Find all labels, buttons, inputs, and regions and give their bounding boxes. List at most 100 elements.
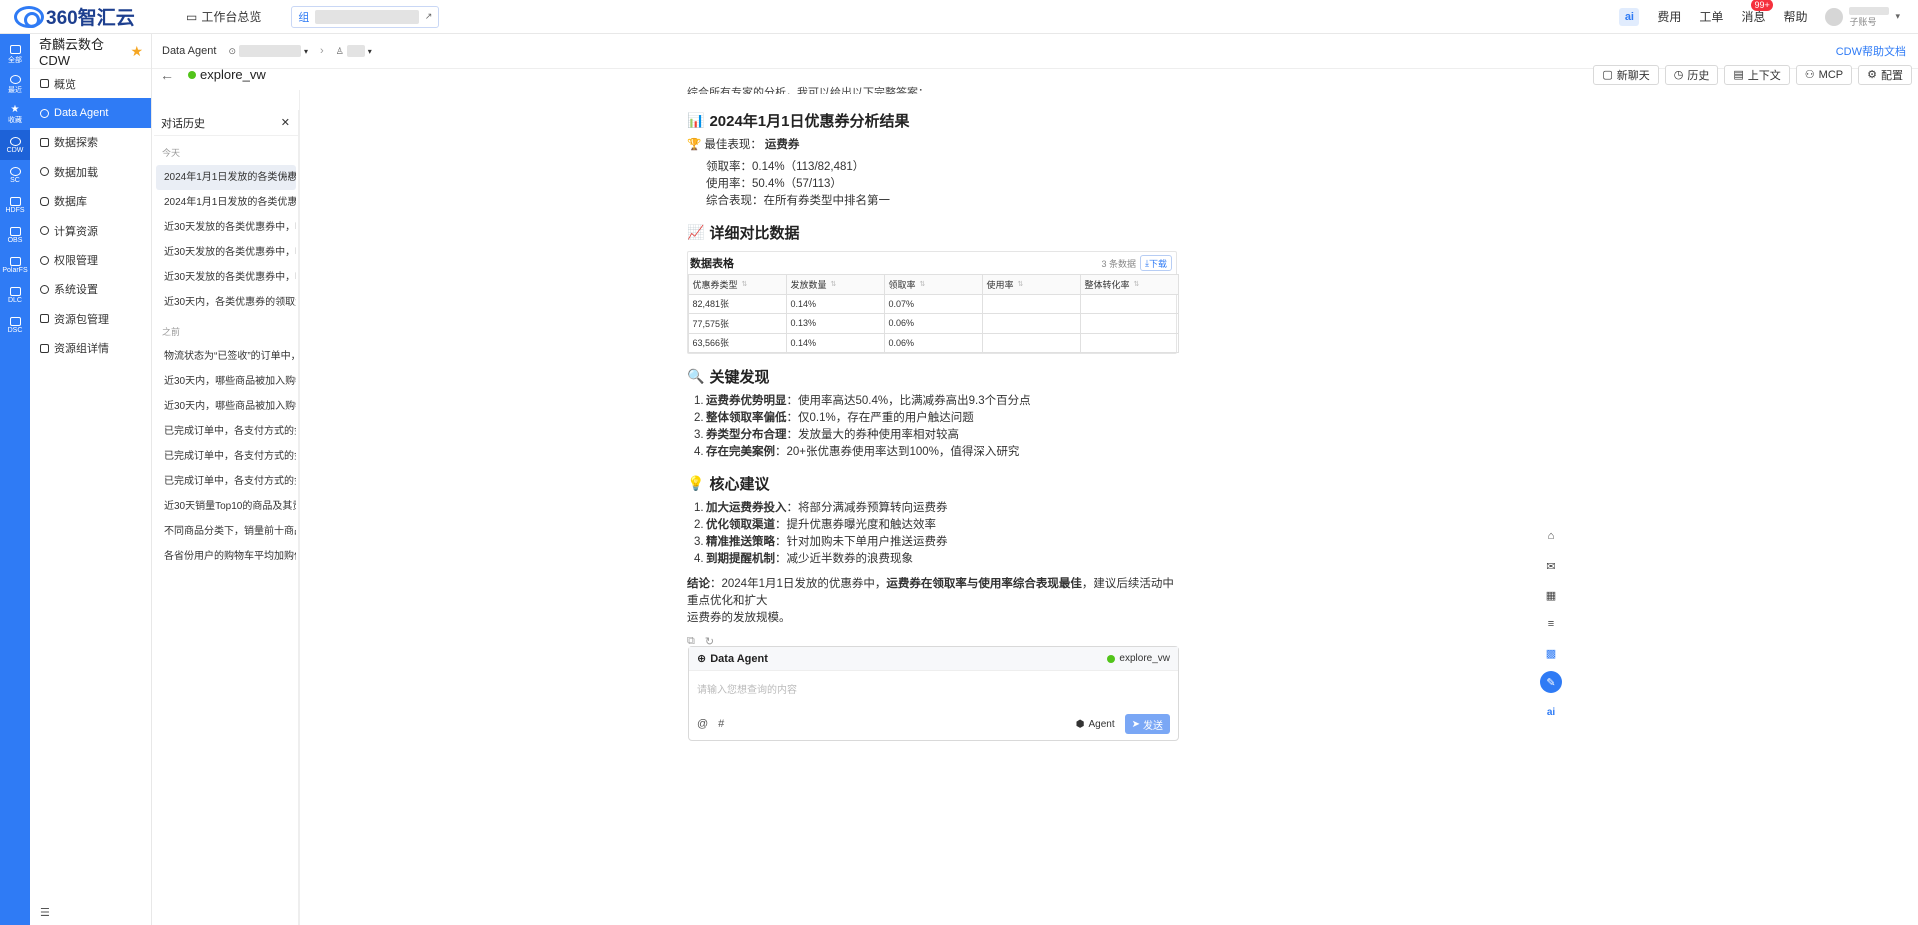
metric-label: 综合表现： bbox=[706, 195, 764, 207]
column-header[interactable]: 使用率 ⇅ bbox=[981, 273, 1081, 295]
instance-selector[interactable]: ⊙ ▾ bbox=[228, 45, 308, 57]
history-item[interactable]: 近30天内，哪些商品被加入购物车 bbox=[156, 394, 296, 419]
history-item[interactable]: 不同商品分类下，销量前十商品的 bbox=[156, 519, 296, 544]
back-arrow-icon[interactable]: ← bbox=[160, 67, 174, 83]
sidebar-item-label: 资源组详情 bbox=[54, 343, 109, 356]
collapse-sidebar-icon[interactable]: ☰ bbox=[40, 906, 50, 919]
sidebar-item-permissions[interactable]: 权限管理 bbox=[30, 245, 151, 274]
history-item[interactable]: 近30天内，哪些商品被加入购物车 bbox=[156, 369, 296, 394]
mention-button[interactable]: @ bbox=[697, 718, 708, 730]
config-button[interactable]: ⚙ 配置 bbox=[1858, 64, 1912, 85]
list-icon[interactable]: ≡ bbox=[1540, 613, 1562, 635]
send-button[interactable]: ➤ 发送 bbox=[1124, 714, 1170, 734]
mcp-button[interactable]: ⚇ MCP bbox=[1795, 64, 1853, 85]
table-cell: 0.14% bbox=[785, 293, 885, 314]
sort-icon[interactable]: ⇅ bbox=[831, 280, 837, 288]
rail-item-polarfs[interactable]: PolarFS bbox=[0, 250, 30, 280]
detail-heading: 📈 详细对比数据 bbox=[687, 222, 1177, 243]
help-link[interactable]: 帮助 bbox=[1783, 8, 1807, 25]
sidebar-item-data-explore[interactable]: 数据探索 bbox=[30, 128, 151, 157]
history-item[interactable]: 已完成订单中，各支付方式的金额 bbox=[156, 419, 296, 444]
history-item[interactable]: 近30天销量Top10的商品及其贡献 bbox=[156, 494, 296, 519]
fees-link[interactable]: 费用 bbox=[1657, 8, 1681, 25]
history-item[interactable]: 2024年1月1日发放的各类优惠券中 bbox=[156, 190, 296, 215]
monitor-icon: ▭ bbox=[186, 9, 198, 24]
history-group-today: 今天 bbox=[162, 148, 181, 158]
breadcrumb-root[interactable]: Data Agent bbox=[162, 45, 216, 57]
input-toolbar: @ # ⬢ Agent ➤ 发送 bbox=[697, 714, 1170, 734]
rail-item-obs[interactable]: OBS bbox=[0, 220, 30, 250]
group-selector[interactable]: 组 ↗ bbox=[291, 5, 440, 28]
input-datasource[interactable]: explore_vw bbox=[1107, 653, 1170, 664]
sidebar-item-data-load[interactable]: 数据加载 bbox=[30, 157, 151, 186]
history-item[interactable]: 近30天内，各类优惠券的领取量与 bbox=[156, 290, 296, 315]
sidebar-item-settings[interactable]: 系统设置 bbox=[30, 275, 151, 304]
context-button[interactable]: ▤ 上下文 bbox=[1724, 64, 1790, 85]
sidebar-item-database[interactable]: 数据库 bbox=[30, 187, 151, 216]
user-menu[interactable]: 子账号 ▾ bbox=[1825, 6, 1900, 27]
sidebar-item-compute[interactable]: 计算资源 bbox=[30, 216, 151, 245]
tickets-link[interactable]: 工单 bbox=[1699, 8, 1723, 25]
history-item[interactable]: 近30天发放的各类优惠券中，哪种 bbox=[156, 265, 296, 290]
agent-mode-toggle[interactable]: ⬢ Agent bbox=[1076, 719, 1115, 730]
sort-icon[interactable]: ⇅ bbox=[742, 280, 748, 288]
rail-item-cdw[interactable]: CDW bbox=[0, 130, 30, 160]
mcp-icon: ⚇ bbox=[1804, 69, 1815, 81]
table-title: 数据表格 bbox=[690, 258, 734, 270]
messages-link[interactable]: 消息 99+ bbox=[1741, 0, 1773, 25]
favorite-star-icon[interactable]: ★ bbox=[130, 43, 143, 60]
edit-note-icon[interactable]: ✎ bbox=[1540, 671, 1562, 693]
rail-item-all[interactable]: 全部 bbox=[0, 40, 30, 70]
history-item[interactable]: 近30天发放的各类优惠券中，哪种 bbox=[156, 215, 296, 240]
history-item[interactable]: 2024年1月1日发放的各类优惠券 ⋯ bbox=[156, 165, 296, 190]
history-item[interactable]: 已完成订单中，各支付方式的金额 bbox=[156, 444, 296, 469]
history-button[interactable]: ◷ 历史 bbox=[1664, 64, 1719, 85]
rail-item-hdfs[interactable]: HDFS bbox=[0, 190, 30, 220]
history-item[interactable]: 各省份用户的购物车平均加购件数 bbox=[156, 544, 296, 569]
conclusion-label: 结论 bbox=[687, 577, 710, 590]
history-header: 对话历史 ✕ bbox=[154, 110, 298, 136]
close-icon[interactable]: ✕ bbox=[281, 116, 290, 129]
table-cell: 77,575张 bbox=[687, 313, 787, 334]
ai-chat-icon[interactable]: ai bbox=[1540, 701, 1562, 723]
history-item[interactable]: 物流状态为“已签收”的订单中，收 bbox=[156, 344, 296, 369]
advice-heading: 💡 核心建议 bbox=[687, 473, 1177, 494]
rail-item-dsc[interactable]: DSC bbox=[0, 310, 30, 340]
hashtag-button[interactable]: # bbox=[718, 718, 724, 730]
button-label: MCP bbox=[1818, 68, 1844, 81]
chevron-down-icon: ▾ bbox=[1895, 11, 1900, 21]
sort-icon[interactable]: ⇅ bbox=[1134, 280, 1140, 288]
download-button[interactable]: ⤓ 下载 bbox=[1140, 255, 1172, 271]
column-header[interactable]: 整体转化率 ⇅ bbox=[1079, 273, 1179, 295]
chevron-right-icon: › bbox=[320, 45, 324, 57]
sidebar-item-resource-group[interactable]: 资源组详情 bbox=[30, 334, 151, 363]
history-item[interactable]: 近30天发放的各类优惠券中，哪种 bbox=[156, 240, 296, 265]
rail-item-recent[interactable]: 最近 bbox=[0, 70, 30, 100]
mail-icon[interactable]: ✉ bbox=[1540, 555, 1562, 577]
rail-item-favorites[interactable]: ★ 收藏 bbox=[0, 100, 30, 130]
column-header[interactable]: 发放数量 ⇅ bbox=[785, 273, 885, 295]
sort-icon[interactable]: ⇅ bbox=[1018, 280, 1024, 288]
column-header[interactable]: 优惠券类型 ⇅ bbox=[687, 273, 787, 295]
app-grid-icon[interactable]: ▩ bbox=[1540, 642, 1562, 664]
float-tool-1-icon[interactable]: ⌂ bbox=[1540, 525, 1562, 547]
new-chat-button[interactable]: ▢ 新聊天 bbox=[1593, 64, 1659, 85]
metric-value: 50.4%（57/113） bbox=[752, 178, 842, 190]
rail-item-sc[interactable]: SC bbox=[0, 160, 30, 190]
qr-code-icon[interactable]: ▦ bbox=[1540, 584, 1562, 606]
sidebar-item-data-agent[interactable]: Data Agent bbox=[30, 98, 151, 128]
brand-logo[interactable]: 360智汇云 bbox=[14, 3, 164, 30]
metrics-list: 领取率：0.14%（113/82,481） 使用率：50.4%（57/113） … bbox=[687, 159, 1177, 210]
workbench-button[interactable]: ▭ 工作台总览 bbox=[186, 8, 261, 25]
rail-item-dlc[interactable]: DLC bbox=[0, 280, 30, 310]
ai-assistant-icon[interactable]: ai bbox=[1619, 7, 1640, 26]
user-selector[interactable]: ♙ ▾ bbox=[336, 45, 372, 57]
sidebar-item-overview[interactable]: 概览 bbox=[30, 69, 151, 98]
history-item[interactable]: 已完成订单中，各支付方式的金额 bbox=[156, 469, 296, 494]
column-header[interactable]: 领取率 ⇅ bbox=[883, 273, 983, 295]
sort-icon[interactable]: ⇅ bbox=[920, 280, 926, 288]
chat-input[interactable]: 请输入您想查询的内容 bbox=[689, 671, 1178, 706]
more-options-icon[interactable]: ⋯ bbox=[281, 165, 291, 190]
cdw-help-link[interactable]: CDW帮助文档 bbox=[1836, 43, 1906, 59]
sidebar-item-resource-packages[interactable]: 资源包管理 bbox=[30, 304, 151, 333]
